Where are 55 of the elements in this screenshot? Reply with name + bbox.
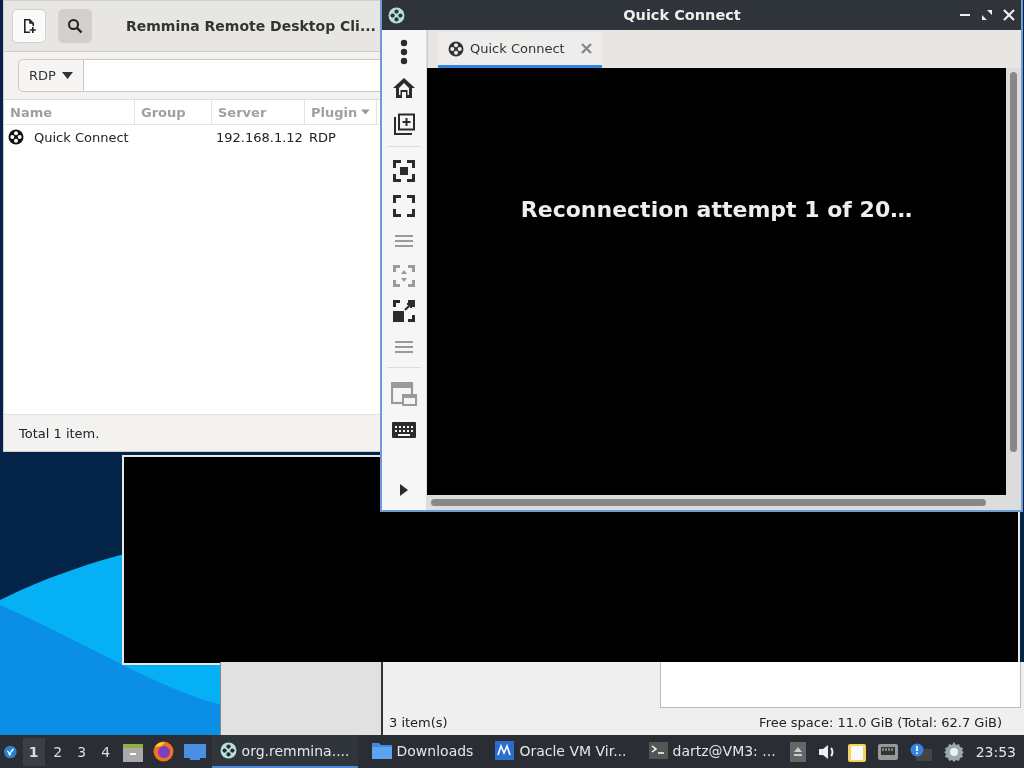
workspace-button[interactable]: 4 <box>94 737 117 766</box>
taskbar-item[interactable]: Oracle VM Vir... <box>487 735 635 768</box>
taskbar-item[interactable]: dartz@VM3: ... <box>640 735 784 768</box>
search-button[interactable] <box>58 9 92 43</box>
network-icon[interactable] <box>877 743 898 760</box>
terminal-icon <box>648 742 668 759</box>
workspace-button[interactable]: 1 <box>22 737 45 766</box>
caret-icon <box>61 72 73 79</box>
volume-icon[interactable] <box>817 743 836 760</box>
desktop-icon[interactable] <box>183 742 206 761</box>
notification-icon[interactable] <box>909 742 932 761</box>
app-icon <box>219 742 237 759</box>
resize-icon <box>392 299 416 323</box>
scale-icon <box>392 264 416 288</box>
table-cell: RDP <box>309 129 336 145</box>
protocol-dropdown[interactable]: RDP <box>18 59 84 92</box>
dots-menu-icon <box>400 39 408 65</box>
folder-icon <box>371 742 392 759</box>
multi-monitor-icon <box>391 382 417 406</box>
menu-lines-icon <box>395 234 413 248</box>
connection-icon <box>448 40 464 57</box>
search-icon <box>67 18 83 34</box>
maximize-icon[interactable] <box>981 9 993 21</box>
table-cell: Quick Connect <box>34 129 129 145</box>
workspace-button[interactable]: 3 <box>70 737 93 766</box>
status-message: Reconnection attempt 1 of 20… <box>520 197 913 222</box>
keyboard-icon <box>392 422 416 438</box>
workspace-button[interactable]: 2 <box>46 737 69 766</box>
free-space-text: Free space: 11.0 GiB (Total: 62.7 GiB) <box>759 714 1002 730</box>
connection-icon <box>8 129 24 145</box>
window-title: Remmina Remote Desktop Cli... <box>126 18 376 34</box>
app-icon <box>388 6 405 24</box>
taskbar-item[interactable]: Downloads <box>363 735 482 768</box>
fit-window-icon <box>392 159 416 183</box>
duplicate-icon <box>392 113 416 137</box>
status-text: Total 1 item. <box>19 425 100 441</box>
eject-icon[interactable] <box>789 741 806 762</box>
fullscreen-icon <box>392 194 416 218</box>
clock: 23:53 <box>975 743 1016 760</box>
vertical-scrollbar[interactable] <box>1006 68 1021 495</box>
clipboard-icon[interactable] <box>847 741 866 762</box>
connection-tab[interactable]: Quick Connect <box>438 32 602 68</box>
expand-arrow-icon <box>400 484 408 496</box>
gear-icon[interactable] <box>943 741 964 762</box>
item-count-text: 3 item(s) <box>389 714 448 730</box>
taskbar-item[interactable]: org.remmina.... <box>211 735 358 768</box>
new-file-icon <box>21 18 37 34</box>
file-cabinet-icon[interactable] <box>122 741 143 762</box>
window-title: Quick Connect <box>622 7 742 23</box>
new-connection-button[interactable] <box>12 9 46 43</box>
horizontal-scrollbar[interactable] <box>427 495 1021 510</box>
menu-lines-icon <box>395 340 413 354</box>
home-icon <box>392 77 416 99</box>
table-cell: 192.168.1.12 <box>216 129 303 145</box>
browser-icon[interactable] <box>152 741 174 762</box>
